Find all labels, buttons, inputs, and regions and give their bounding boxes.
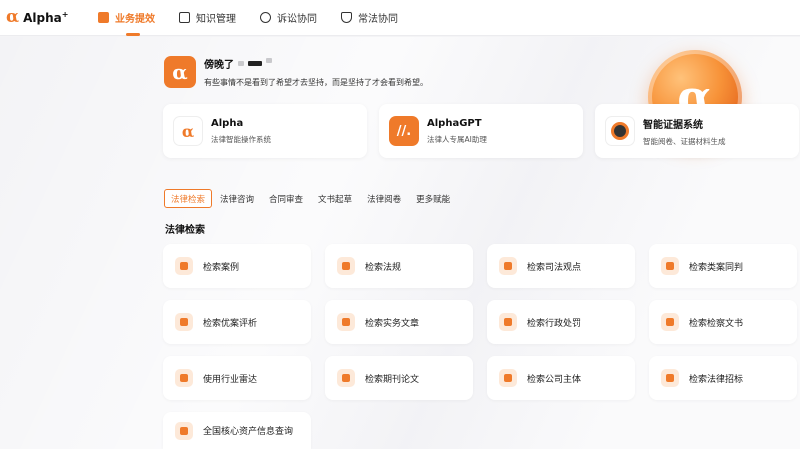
app-name-sup: +: [61, 10, 69, 19]
feature-search-judicial-views[interactable]: 检索司法观点: [487, 244, 635, 288]
redacted-name: [266, 58, 272, 63]
penalty-icon: [499, 313, 517, 331]
alphagpt-logo-icon: //.: [389, 116, 419, 146]
user-greeting: α 傍晚了 有些事情不是看到了希望才去坚持，而是坚持了才会看到希望。: [164, 56, 428, 88]
alpha-logo-icon: α: [173, 116, 203, 146]
feature-label: 检索检察文书: [689, 318, 744, 329]
tab-legal-search[interactable]: 法律检索: [164, 189, 213, 208]
case-icon: [175, 257, 193, 275]
product-subtitle: 智能阅卷、证据材料生成: [643, 136, 726, 146]
feature-label: 检索案例: [203, 262, 240, 273]
feature-search-regulations[interactable]: 检索法规: [325, 244, 473, 288]
feature-label: 全国核心资产信息查询: [203, 427, 294, 437]
similar-case-icon: [661, 257, 679, 275]
feature-search-case-reviews[interactable]: 检索优案评析: [163, 300, 311, 344]
alpha-logo-icon: α: [6, 7, 20, 27]
product-title: Alpha: [211, 117, 244, 129]
feature-label: 检索公司主体: [527, 374, 582, 385]
product-title: AlphaGPT: [427, 117, 482, 129]
feature-label: 检索司法观点: [527, 262, 582, 273]
tender-icon: [661, 369, 679, 387]
evidence-logo-icon: [605, 116, 635, 146]
regulation-icon: [337, 257, 355, 275]
feature-search-similar-cases[interactable]: 检索类案同判: [649, 244, 797, 288]
nav-item-knowledge[interactable]: 知识管理: [179, 0, 236, 36]
feature-search-articles[interactable]: 检索实务文章: [325, 300, 473, 344]
feature-search-companies[interactable]: 检索公司主体: [487, 356, 635, 400]
top-nav-bar: α Alpha+ 业务提效 知识管理 诉讼协同 常法协同: [0, 0, 800, 36]
feature-label: 检索期刊论文: [365, 374, 420, 385]
product-card-alphagpt[interactable]: //. AlphaGPT 法律人专属AI助理: [379, 104, 583, 158]
feature-label: 检索行政处罚: [527, 318, 582, 329]
feature-label: 检索实务文章: [365, 318, 420, 329]
tab-more[interactable]: 更多赋能: [409, 189, 457, 208]
product-subtitle: 法律智能操作系统: [211, 134, 271, 144]
feature-label: 检索优案评析: [203, 318, 258, 329]
company-icon: [499, 369, 517, 387]
nav-item-counsel[interactable]: 常法协同: [341, 0, 398, 36]
feature-search-penalties[interactable]: 检索行政处罚: [487, 300, 635, 344]
radar-icon: [175, 369, 193, 387]
greeting-line: 傍晚了: [204, 56, 428, 71]
nav-item-label: 知识管理: [196, 14, 236, 25]
main-nav: 业务提效 知识管理 诉讼协同 常法协同: [88, 0, 422, 36]
journal-icon: [337, 369, 355, 387]
procuratorate-doc-icon: [661, 313, 679, 331]
product-card-alpha[interactable]: α Alpha 法律智能操作系统: [163, 104, 367, 158]
tab-case-review[interactable]: 法律阅卷: [360, 189, 408, 208]
case-review-icon: [175, 313, 193, 331]
section-title: 法律检索: [165, 225, 205, 236]
product-card-evidence[interactable]: 智能证据系统 智能阅卷、证据材料生成: [595, 104, 799, 158]
feature-label: 检索法规: [365, 262, 402, 273]
app-logo[interactable]: α Alpha+: [6, 9, 88, 26]
gavel-icon: [260, 12, 271, 23]
asset-icon: [175, 421, 193, 440]
app-name: Alpha+: [23, 10, 68, 25]
greeting-text: 傍晚了: [204, 60, 234, 71]
feature-search-tenders[interactable]: 检索法律招标: [649, 356, 797, 400]
product-subtitle: 法律人专属AI助理: [427, 134, 487, 144]
app-name-text: Alpha: [23, 11, 62, 25]
feature-core-asset-query[interactable]: 全国核心资产信息查询: [163, 412, 311, 449]
feature-search-procuratorate-docs[interactable]: 检索检察文书: [649, 300, 797, 344]
feature-search-journals[interactable]: 检索期刊论文: [325, 356, 473, 400]
avatar[interactable]: α: [164, 56, 196, 88]
nav-item-efficiency[interactable]: 业务提效: [98, 0, 155, 36]
book-icon: [179, 12, 190, 23]
article-icon: [337, 313, 355, 331]
product-title: 智能证据系统: [643, 119, 703, 131]
feature-label: 检索法律招标: [689, 374, 744, 385]
feature-label: 检索类案同判: [689, 262, 744, 273]
redacted-name: [238, 61, 244, 66]
nav-item-label: 诉讼协同: [277, 14, 317, 25]
redacted-name: [248, 61, 262, 66]
tab-doc-drafting[interactable]: 文书起草: [311, 189, 359, 208]
feature-search-cases[interactable]: 检索案例: [163, 244, 311, 288]
nav-item-label: 常法协同: [358, 14, 398, 25]
feature-industry-radar[interactable]: 使用行业雷达: [163, 356, 311, 400]
judicial-view-icon: [499, 257, 517, 275]
tab-legal-consult[interactable]: 法律咨询: [213, 189, 261, 208]
chart-icon: [98, 12, 109, 23]
tab-contract-review[interactable]: 合同审查: [262, 189, 310, 208]
motto-text: 有些事情不是看到了希望才去坚持，而是坚持了才会看到希望。: [204, 78, 428, 87]
feature-label: 使用行业雷达: [203, 374, 258, 385]
shield-icon: [341, 12, 352, 23]
category-tabs: 法律检索 法律咨询 合同审查 文书起草 法律阅卷 更多赋能: [164, 189, 458, 208]
nav-item-litigation[interactable]: 诉讼协同: [260, 0, 317, 36]
nav-item-label: 业务提效: [115, 14, 155, 25]
